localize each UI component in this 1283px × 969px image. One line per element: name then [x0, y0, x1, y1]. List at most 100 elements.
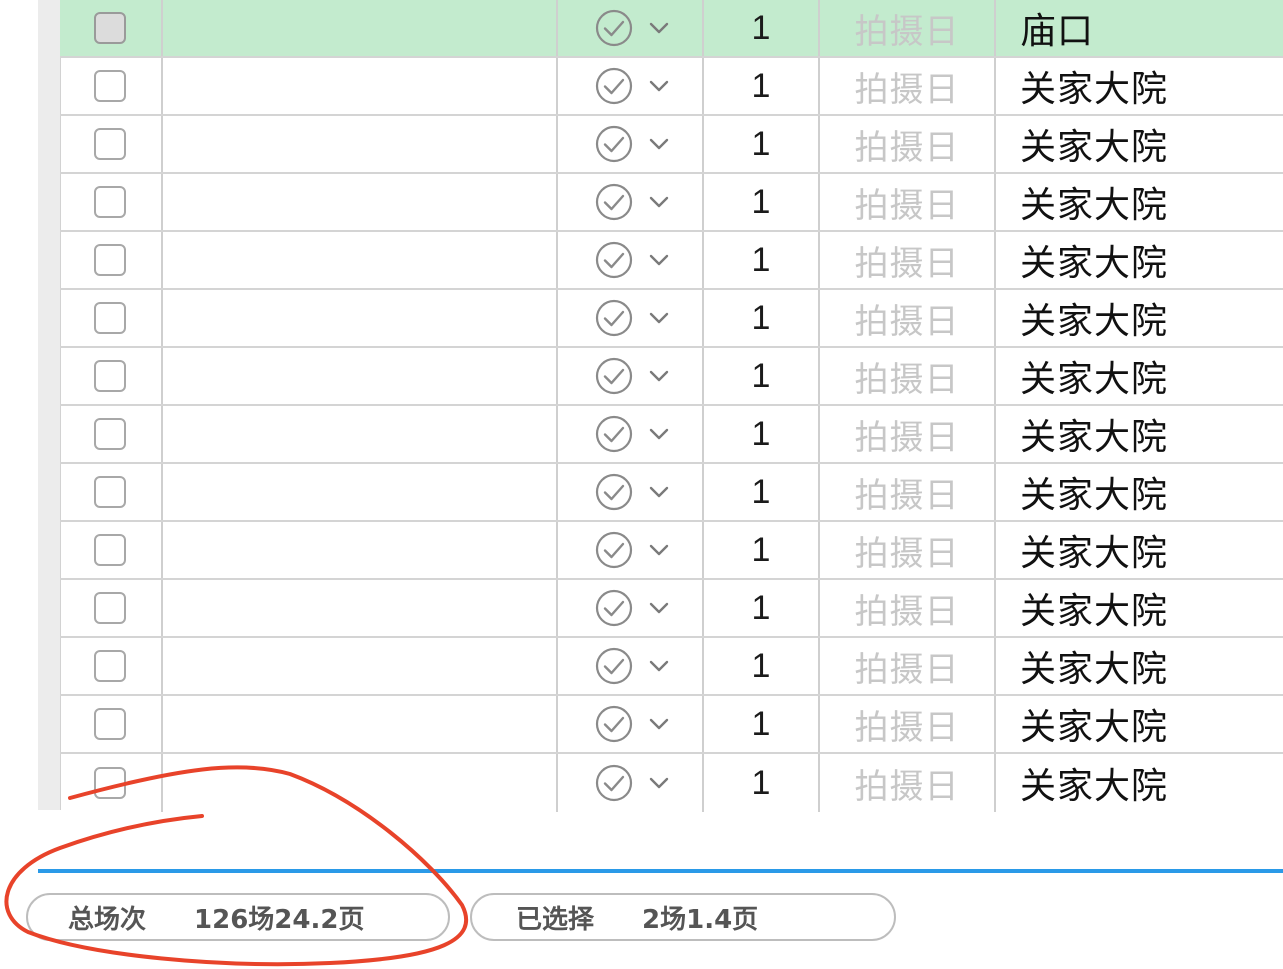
chevron-down-icon[interactable] [648, 485, 670, 499]
row-checkbox[interactable] [93, 360, 126, 392]
chevron-down-icon[interactable] [648, 776, 670, 790]
scene-name-cell[interactable] [163, 348, 558, 404]
count-cell[interactable]: 1 [704, 754, 820, 812]
check-circle-icon[interactable] [594, 588, 634, 628]
shoot-date-cell[interactable]: 拍摄日 [820, 232, 996, 288]
chevron-down-icon[interactable] [648, 195, 670, 209]
shoot-date-cell[interactable]: 拍摄日 [820, 0, 996, 56]
status-cell[interactable] [558, 174, 704, 230]
status-cell[interactable] [558, 406, 704, 462]
scene-name-cell[interactable] [163, 58, 558, 114]
chevron-down-icon[interactable] [648, 601, 670, 615]
check-circle-icon[interactable] [594, 124, 634, 164]
count-cell[interactable]: 1 [704, 580, 820, 636]
table-row[interactable]: 1 拍摄日 关家大院 [60, 116, 1283, 174]
shoot-date-cell[interactable]: 拍摄日 [820, 58, 996, 114]
check-circle-icon[interactable] [594, 240, 634, 280]
shoot-date-cell[interactable]: 拍摄日 [820, 696, 996, 752]
scene-name-cell[interactable] [163, 580, 558, 636]
table-row[interactable]: 1 拍摄日 关家大院 [60, 638, 1283, 696]
location-cell[interactable]: 关家大院 [996, 464, 1283, 520]
status-cell[interactable] [558, 754, 704, 812]
location-cell[interactable]: 关家大院 [996, 580, 1283, 636]
table-row[interactable]: 1 拍摄日 关家大院 [60, 464, 1283, 522]
status-cell[interactable] [558, 290, 704, 346]
row-checkbox[interactable] [93, 12, 126, 44]
shoot-date-cell[interactable]: 拍摄日 [820, 116, 996, 172]
check-circle-icon[interactable] [594, 472, 634, 512]
chevron-down-icon[interactable] [648, 21, 670, 35]
chevron-down-icon[interactable] [648, 543, 670, 557]
shoot-date-cell[interactable]: 拍摄日 [820, 522, 996, 578]
count-cell[interactable]: 1 [704, 522, 820, 578]
location-cell[interactable]: 关家大院 [996, 754, 1283, 812]
status-cell[interactable] [558, 580, 704, 636]
status-cell[interactable] [558, 58, 704, 114]
chevron-down-icon[interactable] [648, 137, 670, 151]
row-checkbox[interactable] [93, 534, 126, 566]
count-cell[interactable]: 1 [704, 638, 820, 694]
location-cell[interactable]: 关家大院 [996, 522, 1283, 578]
shoot-date-cell[interactable]: 拍摄日 [820, 348, 996, 404]
row-checkbox[interactable] [93, 186, 126, 218]
status-cell[interactable] [558, 638, 704, 694]
chevron-down-icon[interactable] [648, 253, 670, 267]
scene-name-cell[interactable] [163, 638, 558, 694]
shoot-date-cell[interactable]: 拍摄日 [820, 174, 996, 230]
count-cell[interactable]: 1 [704, 0, 820, 56]
table-row[interactable]: 1 拍摄日 关家大院 [60, 754, 1283, 812]
shoot-date-cell[interactable]: 拍摄日 [820, 290, 996, 346]
check-circle-icon[interactable] [594, 704, 634, 744]
check-circle-icon[interactable] [594, 414, 634, 454]
row-checkbox[interactable] [93, 70, 126, 102]
location-cell[interactable]: 关家大院 [996, 696, 1283, 752]
check-circle-icon[interactable] [594, 763, 634, 803]
row-checkbox[interactable] [93, 767, 126, 799]
location-cell[interactable]: 关家大院 [996, 406, 1283, 462]
scene-name-cell[interactable] [163, 0, 558, 56]
scene-name-cell[interactable] [163, 464, 558, 520]
location-cell[interactable]: 关家大院 [996, 290, 1283, 346]
table-row[interactable]: 1 拍摄日 关家大院 [60, 348, 1283, 406]
status-cell[interactable] [558, 116, 704, 172]
table-row[interactable]: 1 拍摄日 关家大院 [60, 58, 1283, 116]
chevron-down-icon[interactable] [648, 427, 670, 441]
row-checkbox[interactable] [93, 592, 126, 624]
location-cell[interactable]: 关家大院 [996, 116, 1283, 172]
check-circle-icon[interactable] [594, 646, 634, 686]
chevron-down-icon[interactable] [648, 659, 670, 673]
check-circle-icon[interactable] [594, 530, 634, 570]
scene-name-cell[interactable] [163, 290, 558, 346]
table-row[interactable]: 1 拍摄日 关家大院 [60, 232, 1283, 290]
row-checkbox[interactable] [93, 650, 126, 682]
table-row[interactable]: 1 拍摄日 关家大院 [60, 290, 1283, 348]
scene-name-cell[interactable] [163, 232, 558, 288]
count-cell[interactable]: 1 [704, 232, 820, 288]
scene-name-cell[interactable] [163, 754, 558, 812]
shoot-date-cell[interactable]: 拍摄日 [820, 638, 996, 694]
location-cell[interactable]: 关家大院 [996, 232, 1283, 288]
shoot-date-cell[interactable]: 拍摄日 [820, 754, 996, 812]
scene-name-cell[interactable] [163, 406, 558, 462]
count-cell[interactable]: 1 [704, 116, 820, 172]
table-row[interactable]: 1 拍摄日 关家大院 [60, 522, 1283, 580]
shoot-date-cell[interactable]: 拍摄日 [820, 406, 996, 462]
row-checkbox[interactable] [93, 302, 126, 334]
status-cell[interactable] [558, 522, 704, 578]
row-checkbox[interactable] [93, 476, 126, 508]
check-circle-icon[interactable] [594, 182, 634, 222]
row-checkbox[interactable] [93, 244, 126, 276]
count-cell[interactable]: 1 [704, 696, 820, 752]
chevron-down-icon[interactable] [648, 79, 670, 93]
status-cell[interactable] [558, 348, 704, 404]
status-cell[interactable] [558, 0, 704, 56]
table-row[interactable]: 1 拍摄日 关家大院 [60, 580, 1283, 638]
scene-name-cell[interactable] [163, 696, 558, 752]
location-cell[interactable]: 关家大院 [996, 58, 1283, 114]
check-circle-icon[interactable] [594, 356, 634, 396]
shoot-date-cell[interactable]: 拍摄日 [820, 580, 996, 636]
status-cell[interactable] [558, 232, 704, 288]
status-cell[interactable] [558, 696, 704, 752]
chevron-down-icon[interactable] [648, 311, 670, 325]
chevron-down-icon[interactable] [648, 369, 670, 383]
